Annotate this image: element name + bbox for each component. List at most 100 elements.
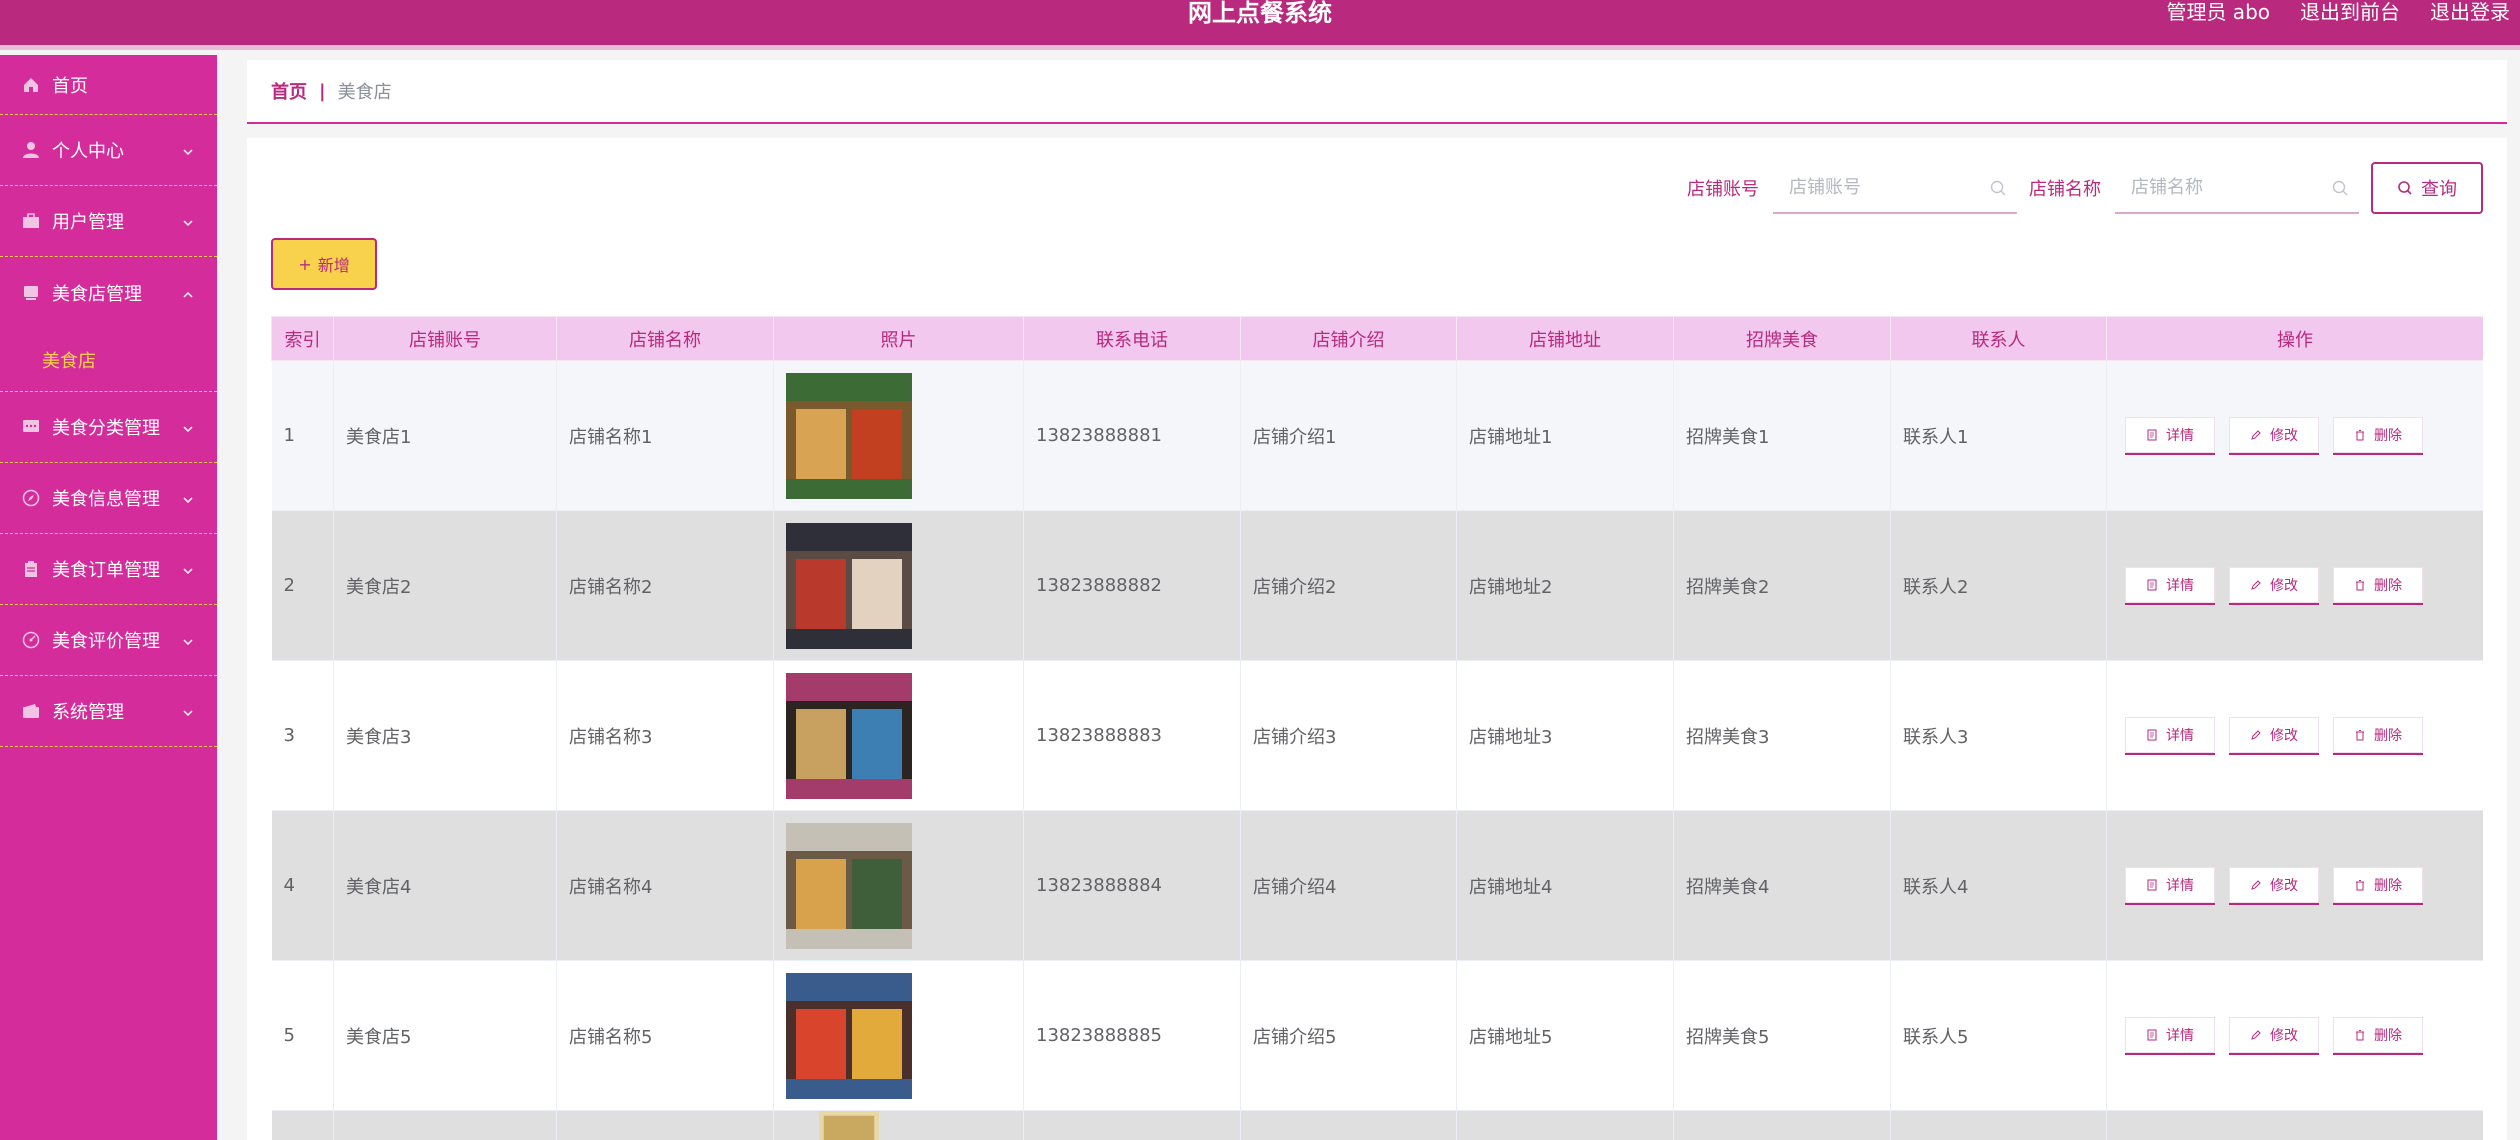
edit-button-label: 修改 <box>2270 577 2298 594</box>
account-search-input[interactable] <box>1773 162 2017 212</box>
signature-food: 招牌美食3 <box>1686 726 1770 748</box>
signature-food-cell: 招牌美食1 <box>1673 360 1891 511</box>
row-index-cell: 3 <box>271 660 334 811</box>
row-actions: 详情 修改 删除 <box>2119 1016 2483 1055</box>
sidebar-item-orders[interactable]: 美食订单管理 <box>0 534 217 605</box>
store-account: 美食店4 <box>346 876 412 898</box>
name-search-label: 店铺名称 <box>2029 179 2101 200</box>
table-cell <box>1023 1110 1241 1140</box>
sidebar-item-home[interactable]: 首页 <box>0 55 217 115</box>
store-account-cell: 美食店1 <box>333 360 557 511</box>
edit-button[interactable]: 修改 <box>2229 566 2319 605</box>
header-actions: 管理员 abo 退出到前台 退出登录 <box>2166 0 2510 30</box>
contact-person-cell: 联系人3 <box>1890 660 2107 811</box>
store-name: 店铺名称4 <box>569 876 653 898</box>
sidebar-item-stores[interactable]: 美食店管理 <box>0 257 217 328</box>
home-icon <box>22 76 40 94</box>
photo-cell <box>773 660 1024 811</box>
edit-button-label: 修改 <box>2270 427 2298 444</box>
query-button[interactable]: 查询 <box>2371 162 2483 214</box>
delete-button[interactable]: 删除 <box>2333 566 2423 605</box>
row-index-cell: 2 <box>271 510 334 661</box>
row-actions: 详情 修改 删除 <box>2119 566 2483 605</box>
signature-food: 招牌美食1 <box>1686 426 1770 448</box>
add-button[interactable]: + 新增 <box>271 238 377 290</box>
detail-button[interactable]: 详情 <box>2125 1016 2215 1055</box>
delete-button-label: 删除 <box>2374 577 2402 594</box>
delete-button[interactable]: 删除 <box>2333 416 2423 455</box>
store-account-cell: 美食店5 <box>333 960 557 1111</box>
delete-button[interactable]: 删除 <box>2333 1016 2423 1055</box>
delete-button[interactable]: 删除 <box>2333 866 2423 905</box>
detail-button-label: 详情 <box>2166 877 2194 894</box>
store-photo <box>786 672 912 799</box>
delete-button[interactable]: 删除 <box>2333 716 2423 755</box>
plus-icon: + <box>298 254 312 274</box>
delete-button-label: 删除 <box>2374 1027 2402 1044</box>
top-header: 网上点餐系统 管理员 abo 退出到前台 退出登录 <box>0 0 2520 50</box>
edit-button[interactable]: 修改 <box>2229 416 2319 455</box>
content-panel: 店铺账号 店铺名称 查询 + 新增 <box>247 138 2507 1140</box>
contact-phone-cell: 13823888881 <box>1023 360 1241 511</box>
gauge-icon <box>22 631 40 649</box>
table-cell <box>333 1110 557 1140</box>
sidebar-item-categories[interactable]: 美食分类管理 <box>0 392 217 463</box>
sidebar-item-label: 美食信息管理 <box>52 489 160 510</box>
store-photo <box>786 372 912 499</box>
detail-button[interactable]: 详情 <box>2125 416 2215 455</box>
detail-button[interactable]: 详情 <box>2125 566 2215 605</box>
store-photo <box>786 522 912 649</box>
edit-button[interactable]: 修改 <box>2229 866 2319 905</box>
back-to-front-link[interactable]: 退出到前台 <box>2300 0 2400 30</box>
store-name: 店铺名称5 <box>569 1026 653 1048</box>
chevron-down-icon <box>181 633 195 647</box>
name-search-input[interactable] <box>2115 162 2359 212</box>
contact-person: 联系人1 <box>1903 426 1969 448</box>
contact-phone: 13823888881 <box>1036 425 1162 446</box>
contact-person-cell: 联系人1 <box>1890 360 2107 511</box>
sidebar-item-label: 用户管理 <box>52 212 124 233</box>
store-intro: 店铺介绍3 <box>1253 726 1337 748</box>
sidebar: 首页 个人中心 用户管理 美食店管理 美食店 美食分类管理 美食信息管理 美食订… <box>0 55 217 1140</box>
edit-button-label: 修改 <box>2270 877 2298 894</box>
column-header: 操作 <box>2106 316 2483 361</box>
clipboard-icon <box>22 560 40 578</box>
column-header: 店铺地址 <box>1456 316 1674 361</box>
contact-person-cell: 联系人4 <box>1890 810 2107 961</box>
search-icon <box>2398 181 2412 195</box>
document-icon <box>2146 1029 2158 1041</box>
edit-button[interactable]: 修改 <box>2229 1016 2319 1055</box>
admin-label: 管理员 abo <box>2166 0 2270 24</box>
detail-button[interactable]: 详情 <box>2125 716 2215 755</box>
trash-icon <box>2354 729 2366 741</box>
sidebar-subitem-store[interactable]: 美食店 <box>0 328 217 392</box>
sidebar-item-profile[interactable]: 个人中心 <box>0 115 217 186</box>
store-account-cell: 美食店4 <box>333 810 557 961</box>
store-name-cell: 店铺名称4 <box>556 810 774 961</box>
document-icon <box>2146 579 2158 591</box>
logout-link[interactable]: 退出登录 <box>2430 0 2510 30</box>
detail-button[interactable]: 详情 <box>2125 866 2215 905</box>
table-row: 5 美食店5 店铺名称5 13823888885 店铺介绍5 店铺地址5 招牌美食5 联系人5… <box>271 960 2483 1111</box>
chevron-down-icon <box>181 214 195 228</box>
store-address-cell: 店铺地址4 <box>1456 810 1674 961</box>
sidebar-item-reviews[interactable]: 美食评价管理 <box>0 605 217 676</box>
column-header: 店铺名称 <box>556 316 774 361</box>
breadcrumb: 首页 | 美食店 <box>247 60 2507 124</box>
edit-button[interactable]: 修改 <box>2229 716 2319 755</box>
sidebar-item-label: 美食店管理 <box>52 283 142 305</box>
contact-person-cell: 联系人5 <box>1890 960 2107 1111</box>
sidebar-item-food-info[interactable]: 美食信息管理 <box>0 463 217 534</box>
sidebar-item-users[interactable]: 用户管理 <box>0 186 217 257</box>
store-name: 店铺名称2 <box>569 576 653 598</box>
sidebar-item-label: 美食订单管理 <box>52 560 160 581</box>
chevron-up-icon <box>181 286 195 300</box>
store-table: 索引 店铺账号 店铺名称 照片 联系电话 店铺介绍 店铺地址 招牌美食 联系人 … <box>271 316 2483 1140</box>
contact-person: 联系人2 <box>1903 576 1969 598</box>
document-icon <box>2146 879 2158 891</box>
breadcrumb-home-link[interactable]: 首页 <box>271 78 307 104</box>
signature-food-cell: 招牌美食5 <box>1673 960 1891 1111</box>
sidebar-item-system[interactable]: 系统管理 <box>0 676 217 747</box>
row-index: 2 <box>283 575 295 596</box>
pencil-icon <box>2250 429 2262 441</box>
